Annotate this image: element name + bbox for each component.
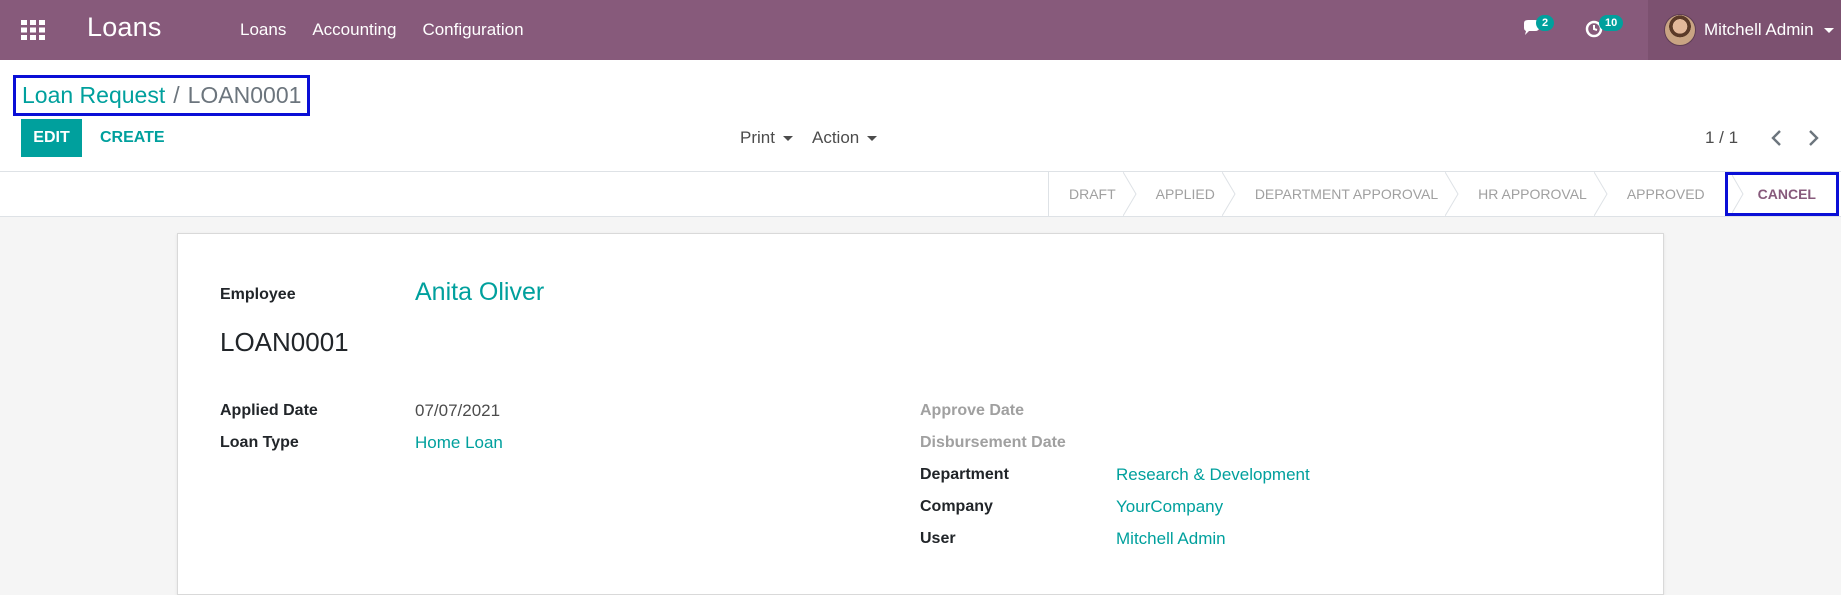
- apps-grid-icon[interactable]: [21, 20, 45, 40]
- user-link[interactable]: Mitchell Admin: [1116, 529, 1226, 549]
- pager-value[interactable]: 1 / 1: [1705, 119, 1738, 157]
- create-button[interactable]: CREATE: [100, 119, 165, 157]
- messages-button[interactable]: 2: [1521, 15, 1555, 42]
- applied-date-label: Applied Date: [220, 402, 318, 419]
- menu-item-loans[interactable]: Loans: [240, 20, 286, 40]
- employee-label: Employee: [220, 286, 296, 303]
- company-link[interactable]: YourCompany: [1116, 497, 1223, 517]
- stage-pipeline: DRAFT APPLIED DEPARTMENT APPOROVAL HR AP…: [1048, 172, 1841, 216]
- caret-down-icon: [867, 135, 878, 141]
- stage-applied[interactable]: APPLIED: [1136, 172, 1236, 216]
- breadcrumb: Loan Request / LOAN0001: [13, 75, 311, 116]
- chevron-down-icon: [1823, 27, 1834, 33]
- stage-arrow-icon: [1122, 172, 1137, 216]
- breadcrumb-current: LOAN0001: [187, 82, 302, 108]
- pager-next-button[interactable]: [1803, 128, 1823, 148]
- control-panel: Loan Request / LOAN0001 EDIT CREATE Print …: [0, 60, 1841, 171]
- stage-hr-approval[interactable]: HR APPOROVAL: [1458, 172, 1608, 216]
- action-dropdown[interactable]: Action: [812, 119, 878, 157]
- top-navbar: Loans Loans Accounting Configuration 2 1…: [0, 0, 1841, 60]
- department-label: Department: [920, 466, 1009, 483]
- chevron-left-icon: [1771, 130, 1781, 146]
- caret-down-icon: [782, 135, 793, 141]
- user-menu[interactable]: Mitchell Admin: [1648, 0, 1841, 60]
- stage-arrow-icon: [1593, 172, 1608, 216]
- form-sheet: Employee Anita Oliver LOAN0001 Applied D…: [177, 233, 1664, 595]
- avatar: [1664, 14, 1696, 46]
- stage-label: DEPARTMENT APPOROVAL: [1254, 186, 1439, 202]
- activities-badge: 10: [1599, 15, 1624, 31]
- stage-cancel[interactable]: CANCEL: [1724, 172, 1839, 216]
- stage-label: APPLIED: [1155, 186, 1215, 202]
- breadcrumb-parent-link[interactable]: Loan Request: [22, 82, 165, 108]
- employee-name-link[interactable]: Anita Oliver: [415, 278, 544, 307]
- breadcrumb-separator: /: [173, 82, 180, 108]
- stage-approved[interactable]: APPROVED: [1607, 172, 1725, 216]
- status-bar: DRAFT APPLIED DEPARTMENT APPOROVAL HR AP…: [0, 171, 1841, 217]
- stage-label: HR APPOROVAL: [1478, 186, 1587, 202]
- disbursement-date-label: Disbursement Date: [920, 434, 1066, 451]
- print-label: Print: [740, 128, 775, 147]
- loan-type-link[interactable]: Home Loan: [415, 433, 503, 453]
- menu-item-configuration[interactable]: Configuration: [422, 20, 523, 40]
- loan-type-label: Loan Type: [220, 434, 299, 451]
- chevron-right-icon: [1809, 130, 1819, 146]
- stage-arrow-icon: [1445, 172, 1459, 216]
- stage-department-approval[interactable]: DEPARTMENT APPOROVAL: [1235, 172, 1459, 216]
- approve-date-label: Approve Date: [920, 402, 1025, 419]
- stage-arrow-icon: [1221, 172, 1236, 216]
- messages-badge: 2: [1536, 15, 1555, 31]
- department-link[interactable]: Research & Development: [1116, 465, 1310, 485]
- stage-label: APPROVED: [1626, 186, 1705, 202]
- stage-label: CANCEL: [1757, 186, 1816, 202]
- action-label: Action: [812, 128, 860, 147]
- pager-previous-button[interactable]: [1767, 128, 1787, 148]
- print-dropdown[interactable]: Print: [740, 119, 793, 157]
- edit-button[interactable]: EDIT: [21, 119, 82, 157]
- app-title: Loans: [87, 12, 162, 42]
- user-label: User: [920, 530, 956, 547]
- top-menu: Loans Accounting Configuration: [240, 0, 550, 60]
- stage-label: DRAFT: [1069, 186, 1116, 202]
- loan-reference: LOAN0001: [220, 327, 349, 357]
- activities-button[interactable]: 10: [1584, 15, 1624, 42]
- menu-item-accounting[interactable]: Accounting: [312, 20, 396, 40]
- company-label: Company: [920, 498, 993, 515]
- stage-arrow-icon: [1731, 175, 1744, 213]
- user-name: Mitchell Admin: [1704, 20, 1814, 39]
- applied-date-value: 07/07/2021: [415, 401, 501, 420]
- stage-draft[interactable]: DRAFT: [1049, 172, 1137, 216]
